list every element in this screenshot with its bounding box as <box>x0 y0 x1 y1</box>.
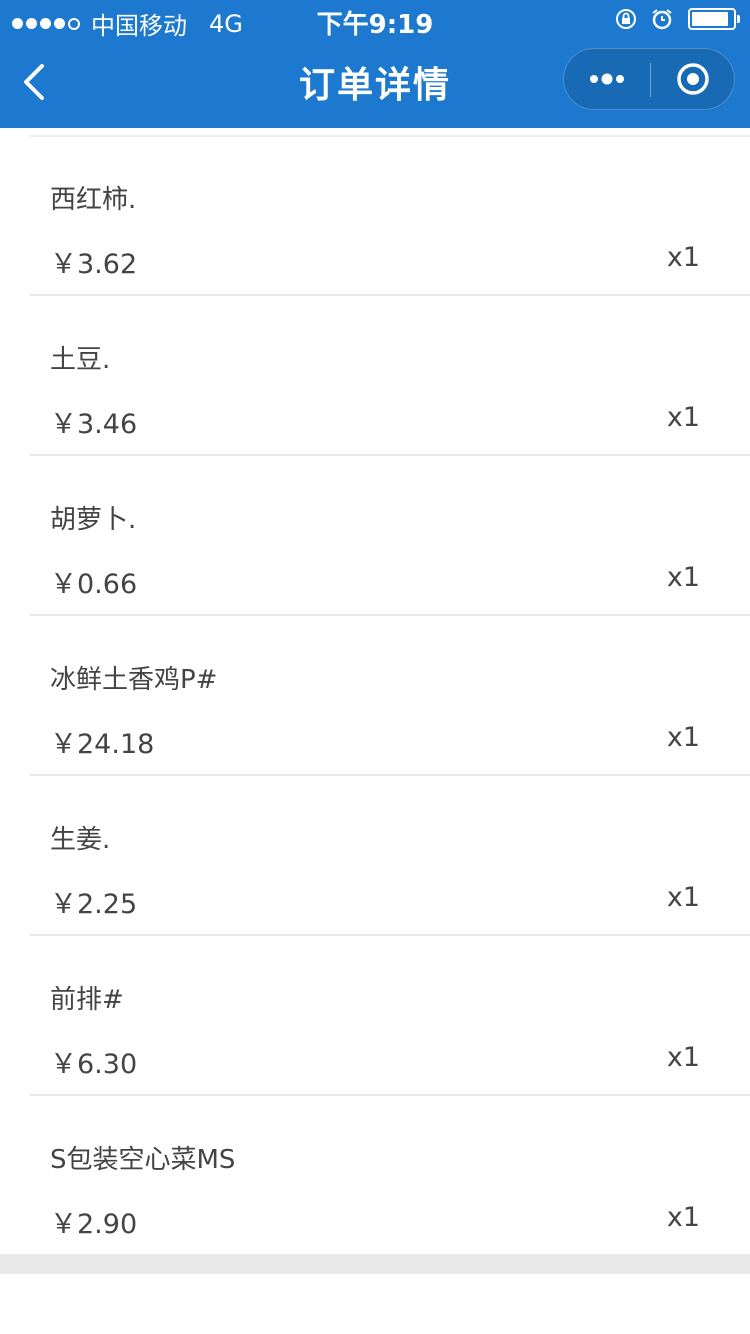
item-price: ￥3.62 <box>50 249 138 280</box>
item-name: S包装空心菜MS <box>50 1145 236 1175</box>
list-item[interactable]: 土豆. ￥3.46 x1 <box>0 296 750 456</box>
mini-program-capsule <box>563 48 735 110</box>
more-button[interactable] <box>564 49 650 109</box>
battery-icon <box>688 8 740 30</box>
close-button[interactable] <box>651 49 735 109</box>
item-price: ￥24.18 <box>50 729 155 760</box>
item-quantity: x1 <box>666 882 700 913</box>
item-name: 西红柿. <box>50 185 137 215</box>
list-item[interactable]: 冰鲜土香鸡P# ￥24.18 x1 <box>0 616 750 776</box>
item-name: 土豆. <box>50 345 111 375</box>
more-dots-icon <box>590 73 624 85</box>
orientation-lock-icon <box>616 9 636 29</box>
close-circle-icon <box>677 63 709 95</box>
item-name: 冰鲜土香鸡P# <box>50 665 218 695</box>
section-separator <box>0 1254 750 1274</box>
item-name: 胡萝卜. <box>50 505 137 535</box>
item-quantity: x1 <box>666 562 700 593</box>
item-quantity: x1 <box>666 1042 700 1073</box>
list-item[interactable]: 前排# ￥6.30 x1 <box>0 936 750 1096</box>
list-item[interactable]: 生姜. ￥2.25 x1 <box>0 776 750 936</box>
header: 中国移动 4G 下午9:19 订单详情 <box>0 0 750 128</box>
item-price: ￥2.25 <box>50 889 138 920</box>
status-bar: 中国移动 4G 下午9:19 <box>0 0 750 40</box>
item-quantity: x1 <box>666 242 700 273</box>
item-price: ￥6.30 <box>50 1049 138 1080</box>
item-price: ￥2.90 <box>50 1209 138 1240</box>
item-price: ￥0.66 <box>50 569 138 600</box>
item-price: ￥3.46 <box>50 409 138 440</box>
item-quantity: x1 <box>666 1202 700 1233</box>
item-quantity: x1 <box>666 722 700 753</box>
list-item[interactable]: 西红柿. ￥3.62 x1 <box>0 136 750 296</box>
item-name: 生姜. <box>50 825 111 855</box>
list-item[interactable]: S包装空心菜MS ￥2.90 x1 <box>0 1096 750 1256</box>
item-quantity: x1 <box>666 402 700 433</box>
alarm-icon <box>652 9 672 30</box>
item-name: 前排# <box>50 985 124 1015</box>
list-item[interactable]: 胡萝卜. ￥0.66 x1 <box>0 456 750 616</box>
navigation-bar: 订单详情 <box>0 40 750 128</box>
